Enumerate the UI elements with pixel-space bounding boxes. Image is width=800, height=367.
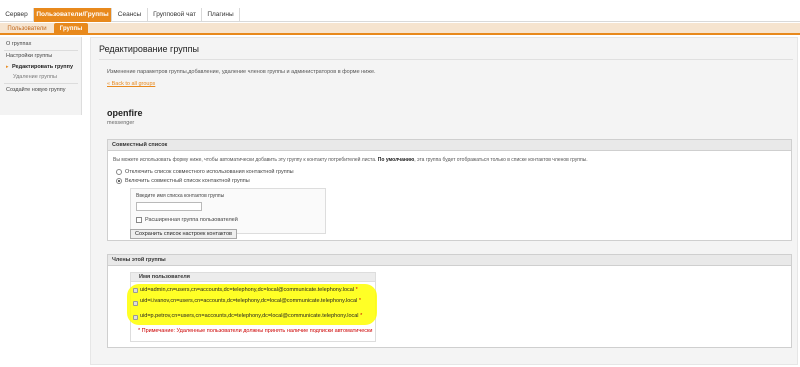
member-row[interactable]: uid=admin,cn=users,cn=accounts,dc=teleph… [140,287,358,293]
members-column-header: Имя пользователя [131,273,375,282]
tab-sessions[interactable]: Сеансы [112,8,148,22]
radio-enable-sharing[interactable] [116,178,122,184]
sidebar-item-edit-group[interactable]: Редактировать группу [12,64,73,70]
extended-group-label: Расширенная группа пользователей [145,217,238,223]
sub-navigation: Пользователи Группы [0,23,800,35]
tab-plugins[interactable]: Плагины [202,8,240,22]
sidebar-item-delete-group[interactable]: Удаление группы [13,74,57,80]
group-name: openfire [107,108,143,118]
subtab-groups[interactable]: Группы [54,23,88,35]
sidebar-divider [4,83,78,84]
sidebar-item-group-settings[interactable]: Настройки группы [6,53,52,59]
extended-group-checkbox[interactable] [136,217,142,223]
shared-roster-intro: Вы можете использовать форму ниже, чтобы… [113,157,588,163]
group-members-header: Члены этой группы [108,255,791,266]
user-icon [133,301,138,306]
sidebar-item-create-group[interactable]: Создайте новую группу [6,87,66,93]
title-divider [99,59,793,60]
sidebar-item-about-groups[interactable]: О группах [6,41,31,47]
top-navigation: Сервер Пользователи/Группы Сеансы Группо… [0,8,800,22]
save-roster-settings-button[interactable]: Сохранить список настроек контактов [130,229,237,239]
page-description: Изменение параметров группы,добавление, … [107,69,376,75]
member-row[interactable]: uid=p.petrov,cn=users,cn=accounts,dc=tel… [140,313,362,319]
subtab-users[interactable]: Пользователи [2,23,52,35]
group-description: messenger [107,120,135,126]
page-title: Редактирование группы [99,44,199,54]
sidebar: О группах Настройки группы ▸ Редактирова… [0,37,82,115]
roster-name-label: Введите имя списка контактов группы [136,193,225,199]
remote-users-note: * Примечание: Удаленные пользователи дол… [138,328,373,334]
tab-group-chat[interactable]: Групповой чат [148,8,202,22]
shared-roster-header: Совместный список [108,140,791,151]
user-icon [133,315,138,320]
main-content: Редактирование группы Изменение параметр… [90,37,798,365]
user-icon [133,288,138,293]
shared-roster-options: Введите имя списка контактов группы Расш… [130,188,326,234]
members-table: Имя пользователя uid=admin,cn=users,cn=a… [127,272,377,342]
radio-enable-sharing-label: Включить совместный список контактной гр… [125,178,250,184]
radio-disable-sharing[interactable] [116,169,122,175]
chevron-right-icon: ▸ [6,64,9,70]
member-row[interactable]: uid=i.ivanov,cn=users,cn=accounts,dc=tel… [140,298,361,304]
shared-roster-panel: Совместный список Вы можете использовать… [107,139,792,241]
tab-users-groups[interactable]: Пользователи/Группы [34,8,112,22]
radio-disable-sharing-label: Отключить список совместного использован… [125,169,294,175]
group-members-panel: Члены этой группы Имя пользователя uid=a… [107,254,792,348]
sidebar-divider [4,50,78,51]
back-to-groups-link[interactable]: « Back to all groups [107,81,155,87]
roster-name-input[interactable] [136,202,202,211]
tab-server[interactable]: Сервер [0,8,34,22]
